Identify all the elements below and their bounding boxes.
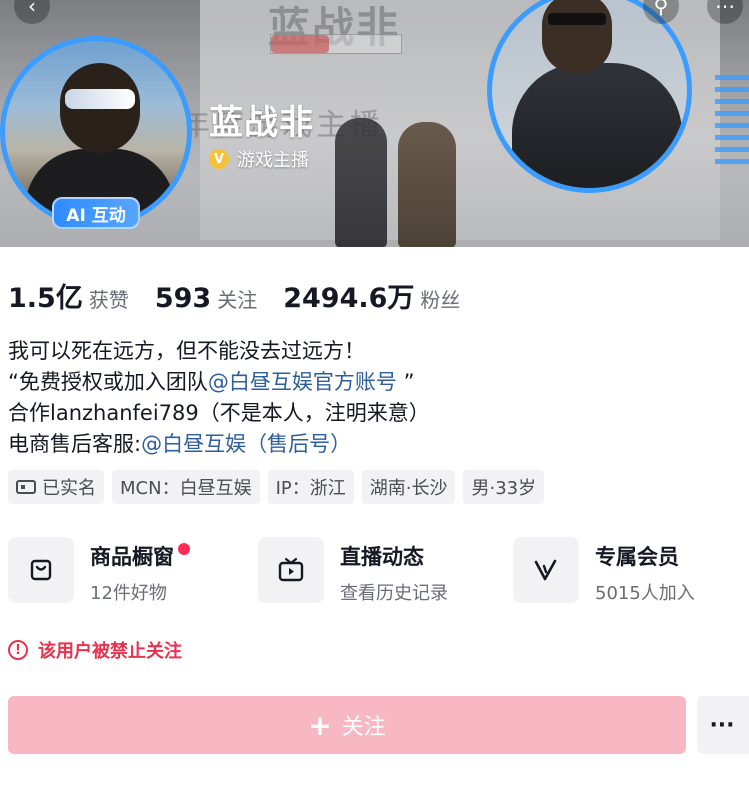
notification-dot <box>178 543 190 555</box>
tag-location: 湖南·长沙 <box>361 470 456 504</box>
id-card-icon <box>16 480 36 494</box>
feature-title: 直播动态 <box>340 545 424 569</box>
stat-value: 593 <box>154 283 212 314</box>
more-icon: ··· <box>709 712 735 738</box>
bio-line: 合作lanzhanfei789（不是本人，注明来意） <box>8 401 430 425</box>
tag-real-name[interactable]: 已实名 <box>8 470 104 504</box>
feature-subtitle: 查看历史记录 <box>340 583 448 604</box>
verification-row: V 游戏主播 <box>209 146 309 172</box>
feature-entries: 商品橱窗 12件好物 直播动态 查看历史记录 专属会员 5015人加入 <box>8 537 749 605</box>
search-icon: ⚲ <box>653 0 669 18</box>
bio-line: “免费授权或加入团队@白昼互娱官方账号 ” <box>8 370 415 394</box>
ai-interaction-badge[interactable]: AI 互动 <box>52 197 140 229</box>
mention-link[interactable]: @白昼互娱（售后号） <box>141 432 351 456</box>
more-actions-button[interactable]: ··· <box>697 696 749 754</box>
stat-following[interactable]: 593 关注 <box>155 283 257 314</box>
exclamation-circle-icon: ! <box>8 640 28 660</box>
profile-stats: 1.5亿 获赞 593 关注 2494.6万 粉丝 <box>8 276 486 315</box>
v-member-icon <box>513 537 579 603</box>
feature-membership[interactable]: 专属会员 5015人加入 <box>513 537 749 605</box>
plus-icon: + <box>308 708 332 742</box>
stat-likes[interactable]: 1.5亿 获赞 <box>8 276 129 315</box>
warning-text: 该用户被禁止关注 <box>38 641 182 662</box>
stat-label: 获赞 <box>88 288 129 312</box>
feature-live-history[interactable]: 直播动态 查看历史记录 <box>258 537 513 605</box>
profile-header-banner: 蓝战非 年度游戏主播 ‹ ⚲ ⋯ AI 互动 蓝战非 V 游戏主播 <box>0 0 749 247</box>
feature-subtitle: 5015人加入 <box>595 583 695 604</box>
follow-label: 关注 <box>341 715 386 740</box>
shopping-bag-icon <box>8 537 74 603</box>
profile-name: 蓝战非 <box>209 103 314 143</box>
verification-label: 游戏主播 <box>237 150 309 171</box>
feature-shop-window[interactable]: 商品橱窗 12件好物 <box>8 537 258 605</box>
profile-tags: 已实名 MCN：白昼互娱 IP：浙江 湖南·长沙 男·33岁 <box>8 470 552 504</box>
stat-value: 2494.6万 <box>283 283 415 314</box>
cover-photo-circle <box>487 0 692 193</box>
decorative-stripes <box>715 75 749 165</box>
tv-play-icon <box>258 537 324 603</box>
verified-v-icon: V <box>209 149 229 169</box>
bio-line: 我可以死在远方，但不能没去过远方！ <box>8 339 365 363</box>
tag-gender-age: 男·33岁 <box>463 470 545 504</box>
chevron-left-icon: ‹ <box>28 0 36 18</box>
follow-button[interactable]: + 关注 <box>8 696 686 754</box>
stat-followers[interactable]: 2494.6万 粉丝 <box>283 276 460 315</box>
tag-mcn[interactable]: MCN：白昼互娱 <box>112 470 260 504</box>
feature-subtitle: 12件好物 <box>90 583 167 604</box>
tag-ip: IP：浙江 <box>267 470 354 504</box>
feature-title: 商品橱窗 <box>90 541 190 571</box>
mention-link[interactable]: @白昼互娱官方账号 <box>208 370 397 394</box>
follow-restriction-notice: ! 该用户被禁止关注 <box>8 637 182 663</box>
feature-title: 专属会员 <box>595 545 679 569</box>
stat-label: 粉丝 <box>420 288 461 312</box>
bio-line: 电商售后客服:@白昼互娱（售后号） <box>8 432 352 456</box>
stat-label: 关注 <box>217 288 258 312</box>
stat-value: 1.5亿 <box>8 283 83 314</box>
profile-bio: 我可以死在远方，但不能没去过远方！ “免费授权或加入团队@白昼互娱官方账号 ” … <box>8 336 430 460</box>
more-icon: ⋯ <box>715 0 735 18</box>
